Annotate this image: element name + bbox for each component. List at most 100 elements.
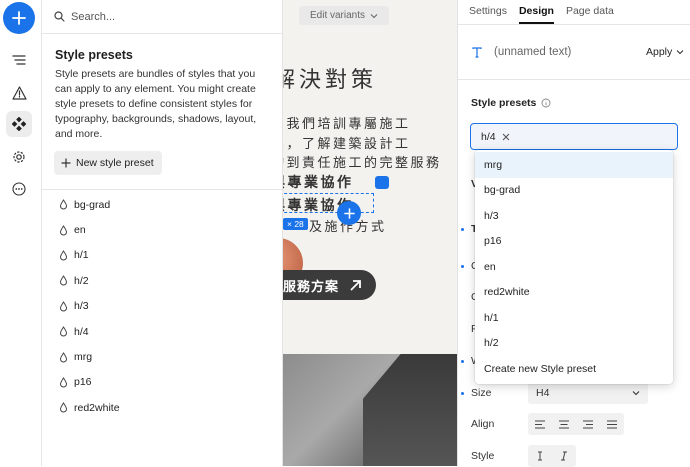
plus-icon <box>12 11 26 25</box>
tab-settings[interactable]: Settings <box>469 5 507 24</box>
preset-list-item[interactable]: mrg <box>42 344 282 369</box>
cta-button[interactable]: 服務方案 <box>283 270 376 300</box>
align-row: Align <box>458 413 690 435</box>
preset-name: h/2 <box>74 274 89 287</box>
panel-description: Style presets are bundles of styles that… <box>55 68 257 140</box>
align-right-button[interactable] <box>580 420 596 429</box>
font-style-control <box>528 445 576 467</box>
body-line-1[interactable]: ，我們培訓專屬施工 <box>283 113 411 132</box>
size-label: Size <box>471 387 492 399</box>
apply-button[interactable]: Apply <box>646 46 684 58</box>
drop-icon <box>59 224 68 236</box>
preset-name: p16 <box>74 376 92 389</box>
preset-name: h/3 <box>74 300 89 313</box>
align-label: Align <box>471 418 495 430</box>
size-value: H4 <box>536 387 550 399</box>
warning-icon <box>11 86 27 100</box>
dropdown-option[interactable]: red2white <box>475 280 673 306</box>
preset-list-item[interactable]: h/1 <box>42 243 282 268</box>
dropdown-option[interactable]: en <box>475 254 673 280</box>
style-row: Style <box>458 445 690 467</box>
body-line-2[interactable]: 品，了解建築設計工 <box>283 133 411 152</box>
size-select[interactable]: H4 <box>528 382 648 404</box>
preset-list-item[interactable]: bg-grad <box>42 192 282 217</box>
dropdown-option[interactable]: p16 <box>475 229 673 255</box>
preset-name: en <box>74 224 86 237</box>
italic-icon <box>561 451 567 461</box>
dropdown-option[interactable]: bg-grad <box>475 178 673 204</box>
align-justify-button[interactable] <box>604 420 620 429</box>
section-heading[interactable]: 解決對策 <box>283 62 377 94</box>
style-preset-dropdown: mrg bg-grad h/3 p16 en red2white h/1 h/2 Create … <box>475 150 673 384</box>
preset-list-item[interactable]: en <box>42 217 282 242</box>
dropdown-option[interactable]: h/3 <box>475 203 673 229</box>
comment-icon[interactable] <box>375 176 389 189</box>
search-input[interactable] <box>71 10 261 23</box>
more-button[interactable] <box>6 176 32 202</box>
bold-text-1[interactable]: 與專業協作 <box>283 172 354 192</box>
tab-design[interactable]: Design <box>518 5 554 24</box>
edit-variants-button[interactable]: Edit variants <box>299 6 389 25</box>
navigator-button[interactable] <box>6 47 32 73</box>
selection-badge: × 28 <box>283 218 308 230</box>
body-line-3[interactable]: 詢到責任施工的完整服務 <box>283 152 442 171</box>
badge-count: 28 <box>294 219 304 229</box>
drop-icon <box>59 300 68 312</box>
add-element-button[interactable] <box>3 2 35 34</box>
style-preset-input[interactable]: h/4 <box>470 123 678 150</box>
arrow-up-right-icon <box>350 279 361 291</box>
italic-on-button[interactable] <box>556 451 572 461</box>
building-photo[interactable] <box>283 354 457 466</box>
style-presets-heading: Style presets <box>471 97 690 109</box>
align-center-button[interactable] <box>556 420 572 429</box>
plus-icon <box>61 158 71 168</box>
info-icon[interactable] <box>541 98 551 108</box>
components-icon <box>12 117 26 131</box>
dropdown-option[interactable]: h/2 <box>475 331 673 357</box>
chevron-down-icon <box>676 50 684 55</box>
size-row: Size H4 <box>458 382 690 404</box>
preset-list-item[interactable]: h/4 <box>42 319 282 344</box>
align-control <box>528 413 624 435</box>
apply-label: Apply <box>646 46 673 58</box>
audit-button[interactable] <box>6 80 32 106</box>
chevron-down-icon <box>370 13 378 18</box>
drop-icon <box>59 351 68 362</box>
element-name: (unnamed text) <box>494 46 572 58</box>
divider <box>458 79 690 80</box>
new-style-preset-button[interactable]: New style preset <box>54 151 162 175</box>
align-center-icon <box>559 420 569 428</box>
tab-page-data[interactable]: Page data <box>566 5 614 24</box>
preset-list-item[interactable]: h/2 <box>42 268 282 293</box>
navigator-icon <box>12 55 26 65</box>
more-icon <box>12 182 26 196</box>
left-toolbar <box>0 0 42 466</box>
edit-variants-label: Edit variants <box>309 10 366 21</box>
preset-name: bg-grad <box>74 198 111 211</box>
settings-button[interactable] <box>6 144 32 170</box>
dropdown-option[interactable]: mrg <box>475 152 673 178</box>
cta-label: 服務方案 <box>283 279 340 295</box>
plus-icon <box>343 207 355 219</box>
style-label: Style <box>471 450 495 462</box>
element-header: (unnamed text) Apply <box>458 25 690 79</box>
panel-title: Style presets <box>55 48 133 62</box>
chevron-down-icon <box>632 391 640 396</box>
dropdown-option[interactable]: h/1 <box>475 305 673 331</box>
design-canvas[interactable]: Edit variants 解決對策 ，我們培訓專屬施工 品，了解建築設計工 詢… <box>283 0 457 466</box>
preset-name: h/4 <box>74 325 89 338</box>
preset-list-item[interactable]: p16 <box>42 370 282 395</box>
drop-icon <box>59 377 68 388</box>
components-button[interactable] <box>6 111 32 137</box>
preset-list-item[interactable]: h/3 <box>42 294 282 319</box>
selected-preset-tag: h/4 <box>481 130 496 143</box>
remove-tag-icon[interactable] <box>502 133 510 141</box>
create-style-preset-option[interactable]: Create new Style preset <box>475 356 673 382</box>
preset-list-item[interactable]: red2white <box>42 395 282 420</box>
style-presets-label: Style presets <box>471 97 537 109</box>
align-left-button[interactable] <box>532 420 548 429</box>
canvas-add-button[interactable] <box>337 201 361 225</box>
drop-icon <box>59 402 68 413</box>
italic-off-button[interactable] <box>532 451 548 461</box>
drop-icon <box>59 326 68 337</box>
